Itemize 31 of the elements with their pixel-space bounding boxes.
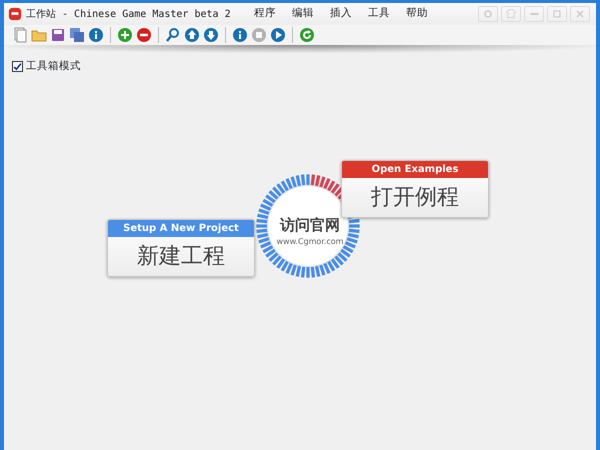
minus-icon[interactable] xyxy=(136,27,152,43)
maximize-icon xyxy=(551,8,563,20)
app-logo-icon xyxy=(8,7,22,21)
action-label: 新建工程 xyxy=(136,242,226,271)
play-icon[interactable] xyxy=(270,27,286,43)
info-icon[interactable] xyxy=(232,27,248,43)
shirt-icon xyxy=(505,8,517,20)
checkmark-icon xyxy=(13,62,22,72)
website-url[interactable]: www.Cgmor.com xyxy=(274,236,346,248)
plus-icon[interactable] xyxy=(117,27,133,43)
magnifier-icon[interactable] xyxy=(165,27,181,43)
settings-icon xyxy=(482,8,494,20)
checkbox[interactable] xyxy=(12,61,23,72)
window-title: 工作站 - Chinese Game Master beta 2 xyxy=(26,8,232,22)
stacked-disks-icon[interactable] xyxy=(69,27,85,43)
menu-item[interactable]: 编辑 xyxy=(284,6,322,22)
minimize-icon xyxy=(530,13,538,15)
checkbox-label: 工具箱模式 xyxy=(26,59,81,74)
action-label: 打开例程 xyxy=(370,184,460,212)
action-header: Open Examples xyxy=(342,160,488,178)
document-icon[interactable] xyxy=(12,27,28,43)
action-header: Setup A New Project xyxy=(108,220,254,237)
action-card[interactable]: Open Examples 打开例程 xyxy=(341,160,489,218)
refresh-icon[interactable] xyxy=(299,27,315,43)
info-icon[interactable] xyxy=(88,27,104,43)
menu-item[interactable]: 帮助 xyxy=(398,6,436,22)
menu-item[interactable]: 工具 xyxy=(360,6,398,22)
action-card[interactable]: Setup A New Project 新建工程 xyxy=(107,218,255,277)
menu-item[interactable]: 程序 xyxy=(246,6,284,22)
menu-item[interactable]: 插入 xyxy=(322,6,360,22)
close-icon xyxy=(574,8,586,20)
